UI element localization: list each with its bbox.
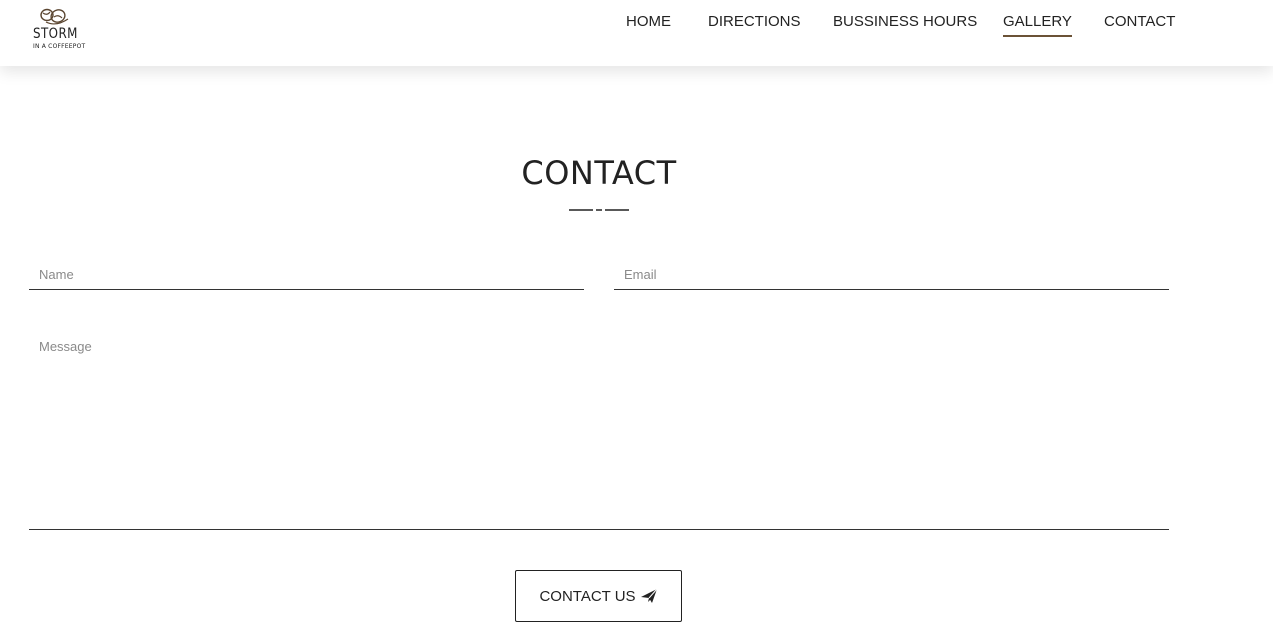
nav-item-contact[interactable]: CONTACT bbox=[1104, 13, 1175, 35]
message-field[interactable] bbox=[29, 330, 1169, 530]
paper-plane-icon bbox=[640, 588, 657, 603]
site-header: STORM IN A COFFEEPOT HOME DIRECTIONS BUS… bbox=[0, 0, 1273, 66]
email-field[interactable] bbox=[614, 259, 1169, 290]
contact-us-button[interactable]: CONTACT US bbox=[515, 570, 682, 622]
brand-logo[interactable]: STORM IN A COFFEEPOT bbox=[33, 7, 85, 53]
logo-wordmark: STORM bbox=[33, 26, 78, 42]
nav-item-gallery[interactable]: GALLERY bbox=[1003, 13, 1072, 37]
name-field[interactable] bbox=[29, 259, 584, 290]
section-title: CONTACT bbox=[521, 154, 677, 192]
coffee-beans-logo-icon bbox=[40, 8, 69, 25]
contact-us-button-label: CONTACT US bbox=[539, 587, 636, 605]
nav-item-home[interactable]: HOME bbox=[626, 13, 671, 35]
nav-item-business-hours[interactable]: BUSSINESS HOURS bbox=[833, 13, 977, 35]
logo-tagline: IN A COFFEEPOT bbox=[33, 43, 86, 50]
title-divider bbox=[569, 209, 629, 211]
nav-item-directions[interactable]: DIRECTIONS bbox=[708, 13, 801, 35]
